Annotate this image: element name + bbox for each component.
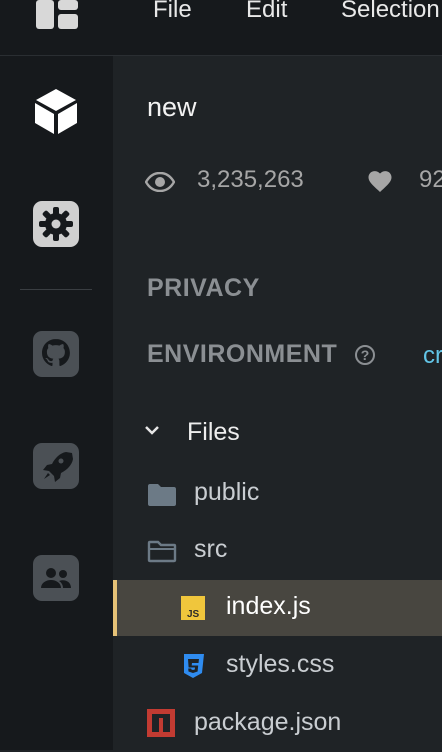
file-name: public [194, 478, 260, 506]
heart-icon[interactable] [368, 171, 392, 193]
active-indicator [113, 580, 117, 636]
file-row-index-js[interactable]: JS index.js [113, 580, 442, 636]
js-file-icon: JS [181, 596, 205, 620]
file-row-public[interactable]: public [113, 466, 442, 522]
people-icon[interactable] [32, 554, 80, 602]
file-name: styles.css [226, 650, 335, 678]
cube-icon[interactable] [32, 86, 80, 134]
activity-bar [0, 56, 113, 750]
chevron-down-icon [145, 426, 159, 435]
app-logo-icon[interactable] [36, 0, 78, 29]
file-row-package-json[interactable]: package.json [113, 696, 442, 752]
activity-separator [20, 289, 92, 290]
rocket-icon[interactable] [32, 442, 80, 490]
npm-icon [147, 709, 175, 737]
file-name: package.json [194, 708, 342, 736]
sandbox-panel: new 3,235,263 92 PRIVACY ENVIRONMENT ? c… [113, 56, 442, 750]
help-icon[interactable]: ? [355, 345, 375, 365]
environment-section-header[interactable]: ENVIRONMENT [147, 340, 337, 369]
file-row-src[interactable]: src [113, 523, 442, 579]
gear-icon[interactable] [32, 200, 80, 248]
svg-text:JS: JS [187, 609, 200, 620]
eye-icon [145, 172, 175, 192]
menu-edit[interactable]: Edit [246, 0, 287, 24]
folder-open-icon [147, 540, 177, 563]
menu-file[interactable]: File [153, 0, 192, 24]
menu-selection[interactable]: Selection [341, 0, 440, 24]
like-count: 92 [419, 166, 442, 193]
file-row-styles-css[interactable]: styles.css [113, 638, 442, 694]
view-count: 3,235,263 [197, 166, 304, 193]
css-file-icon [184, 654, 204, 678]
file-name: index.js [226, 592, 311, 620]
menu-bar: File Edit Selection [0, 0, 442, 56]
files-header-label: Files [187, 418, 240, 446]
privacy-section-header[interactable]: PRIVACY [147, 274, 260, 303]
environment-value[interactable]: cr [423, 342, 442, 370]
github-icon[interactable] [32, 330, 80, 378]
folder-closed-icon [148, 484, 176, 506]
sandbox-title[interactable]: new [147, 92, 197, 123]
file-name: src [194, 535, 228, 563]
